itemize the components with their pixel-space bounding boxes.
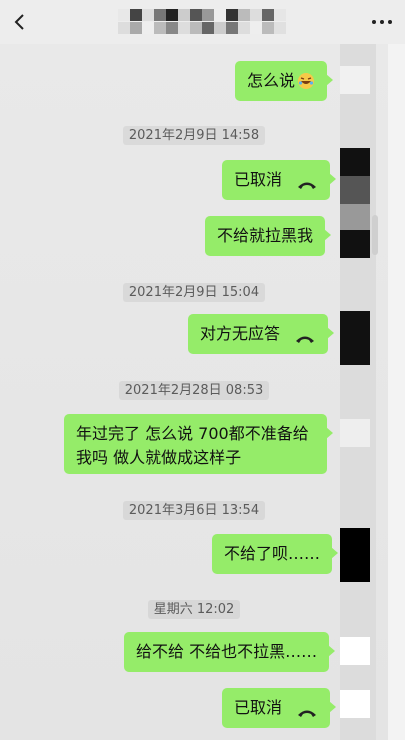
message-bubble[interactable]: 不给就拉黑我 [205, 216, 332, 256]
message-text: 给不给 不给也不拉黑…… [136, 642, 318, 661]
page-title [118, 9, 288, 35]
message-text-line: 我吗 做人就做成这样子 [76, 448, 242, 467]
message-text: 不给了呗…… [224, 544, 321, 563]
message-text: 对方无应答 [200, 324, 281, 343]
phone-hangup-icon [296, 702, 318, 717]
call-record-bubble[interactable]: 已取消 [222, 160, 337, 200]
message-text: 已取消 [234, 170, 283, 189]
message-text: 怎么说 [247, 71, 296, 90]
timestamp: 2021年2月9日 14:58 [0, 124, 388, 145]
message-text: 不给就拉黑我 [217, 226, 314, 245]
chat-window: 怎么说 2021年2月9日 14:58 已取消 不给就拉黑我 2021年2月9日… [0, 0, 405, 740]
right-edge [388, 44, 405, 740]
message-text: 已取消 [234, 698, 283, 717]
message-bubble[interactable]: 年过完了 怎么说 700都不准备给 我吗 做人就做成这样子 [64, 414, 333, 474]
ellipsis-icon[interactable] [369, 12, 395, 32]
timestamp: 星期六 12:02 [0, 598, 388, 619]
message-text-line: 年过完了 怎么说 700都不准备给 [76, 424, 309, 443]
message-bubble[interactable]: 怎么说 [235, 61, 334, 101]
phone-hangup-icon [296, 174, 318, 189]
scrollbar[interactable] [372, 215, 378, 255]
phone-hangup-icon [294, 328, 316, 343]
message-bubble[interactable]: 不给了呗…… [212, 534, 339, 574]
timestamp: 2021年3月6日 13:54 [0, 499, 388, 520]
timestamp: 2021年2月9日 15:04 [0, 281, 388, 302]
timestamp: 2021年2月28日 08:53 [0, 379, 388, 400]
chevron-left-icon[interactable] [10, 12, 30, 32]
call-record-bubble[interactable]: 对方无应答 [188, 314, 335, 354]
call-record-bubble[interactable]: 已取消 [222, 688, 337, 728]
laughing-face-icon [297, 72, 315, 90]
top-bar [0, 0, 405, 44]
message-bubble[interactable]: 给不给 不给也不拉黑…… [124, 632, 336, 672]
